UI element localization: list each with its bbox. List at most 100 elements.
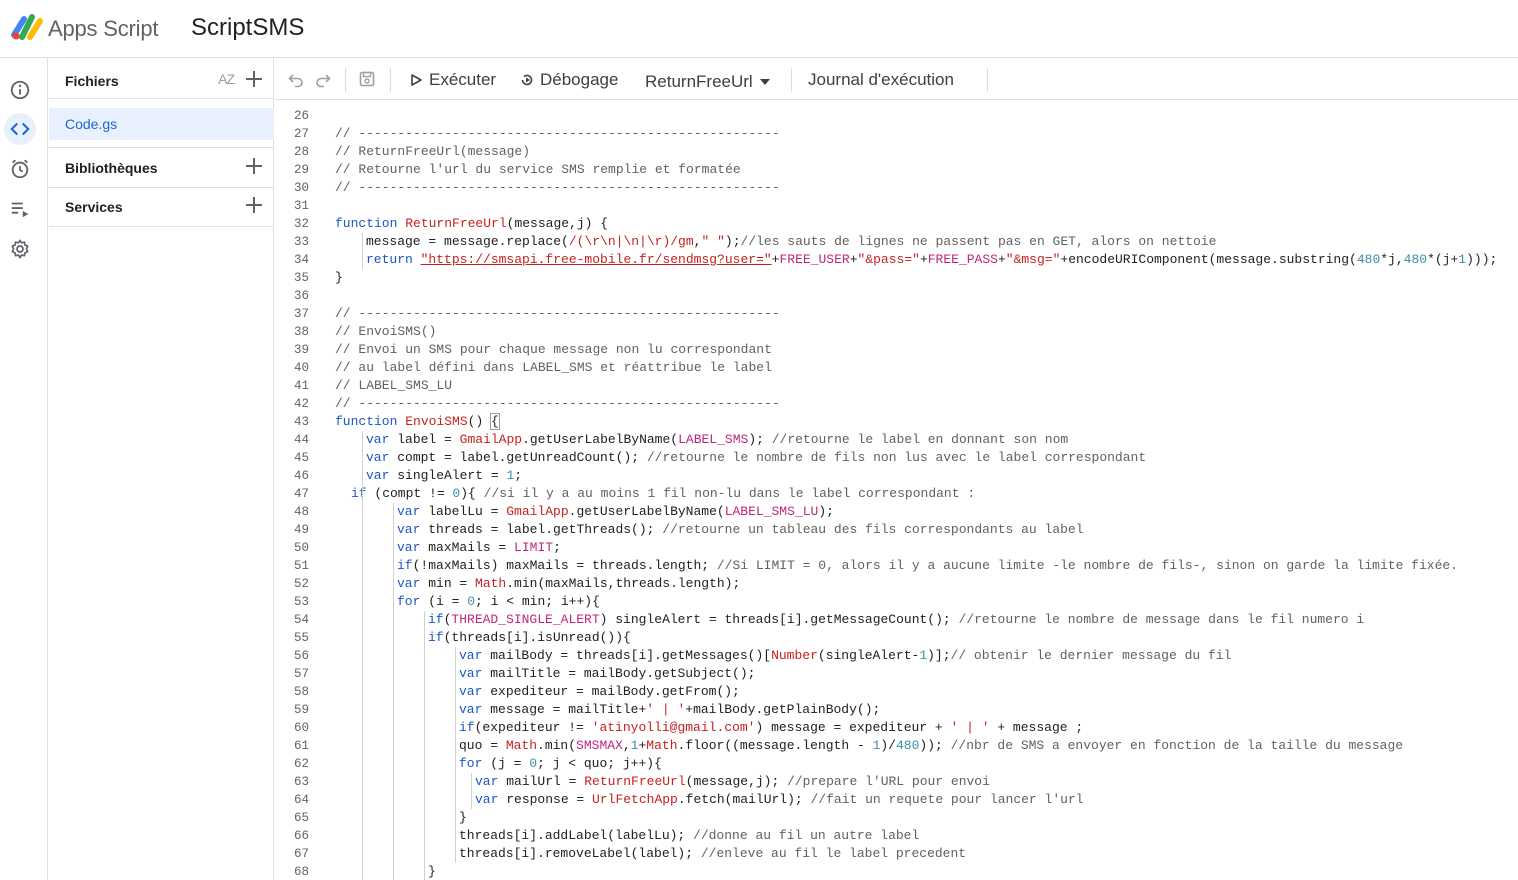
divider: [49, 98, 274, 99]
code-text: var labelLu = GmailApp.getUserLabelByNam…: [397, 504, 834, 519]
overview-button[interactable]: [4, 74, 36, 106]
code-line[interactable]: 37 // -----------------------------------…: [275, 305, 1518, 323]
code-line[interactable]: 66 threads[i].addLabel(labelLu); //donne …: [275, 827, 1518, 845]
code-line[interactable]: 67 threads[i].removeLabel(label); //enlev…: [275, 845, 1518, 863]
code-line[interactable]: 55 if(threads[i].isUnread()){: [275, 629, 1518, 647]
code-line[interactable]: 32 function ReturnFreeUrl(message,j) {: [275, 215, 1518, 233]
line-number: 52: [293, 577, 309, 591]
code-text: if(threads[i].isUnread()){: [428, 630, 631, 645]
files-panel: Fichiers AZ Code.gs Bibliothèques Servic…: [49, 58, 274, 880]
sort-files-button[interactable]: AZ: [218, 71, 235, 87]
code-line[interactable]: 47 if (compt != 0){ //si il y a au moins …: [275, 485, 1518, 503]
code-text: for (i = 0; i < min; i++){: [397, 594, 600, 609]
clock-icon: [11, 159, 29, 179]
code-line[interactable]: 44 var label = GmailApp.getUserLabelByNam…: [275, 431, 1518, 449]
code-line[interactable]: 59 var message = mailTitle+' | '+mailBody…: [275, 701, 1518, 719]
code-text: var mailBody = threads[i].getMessages()[…: [459, 648, 1232, 663]
code-text: // Retourne l'url du service SMS remplie…: [335, 162, 741, 177]
line-number: 61: [293, 739, 309, 753]
code-text: // -------------------------------------…: [335, 306, 780, 321]
execution-log-button[interactable]: Journal d'exécution: [808, 70, 954, 90]
line-number: 35: [293, 271, 309, 285]
code-line[interactable]: 31: [275, 197, 1518, 215]
undo-icon[interactable]: [287, 70, 305, 88]
save-icon[interactable]: [358, 70, 376, 88]
code-line[interactable]: 52 var min = Math.min(maxMails,threads.le…: [275, 575, 1518, 593]
code-text: // Envoi un SMS pour chaque message non …: [335, 342, 772, 357]
code-line[interactable]: 58 var expediteur = mailBody.getFrom();: [275, 683, 1518, 701]
code-line[interactable]: 43 function EnvoiSMS() {: [275, 413, 1518, 431]
file-item-code-gs[interactable]: Code.gs: [49, 108, 274, 140]
gear-icon: [11, 239, 29, 259]
code-line[interactable]: 41 // LABEL_SMS_LU: [275, 377, 1518, 395]
project-name[interactable]: ScriptSMS: [191, 14, 304, 42]
code-text: var mailUrl = ReturnFreeUrl(message,j); …: [475, 774, 990, 789]
code-line[interactable]: 26: [275, 107, 1518, 125]
code-line[interactable]: 39 // Envoi un SMS pour chaque message no…: [275, 341, 1518, 359]
files-label: Fichiers: [65, 73, 119, 89]
code-line[interactable]: 34 return "https://smsapi.free-mobile.fr/…: [275, 251, 1518, 269]
line-number: 68: [293, 865, 309, 879]
line-number: 37: [293, 307, 309, 321]
code-line[interactable]: 27 // -----------------------------------…: [275, 125, 1518, 143]
code-line[interactable]: 36: [275, 287, 1518, 305]
app-name[interactable]: Apps Script: [48, 16, 158, 42]
code-editor[interactable]: 26 27 // ---------------------------------…: [275, 101, 1518, 880]
code-line[interactable]: 49 var threads = label.getThreads(); //re…: [275, 521, 1518, 539]
services-label: Services: [65, 199, 123, 215]
line-number: 28: [293, 145, 309, 159]
code-line[interactable]: 68}: [275, 863, 1518, 880]
code-text: threads[i].addLabel(labelLu); //donne au…: [459, 828, 920, 843]
code-line[interactable]: 42 // -----------------------------------…: [275, 395, 1518, 413]
code-text: // -------------------------------------…: [335, 180, 780, 195]
function-select[interactable]: ReturnFreeUrl: [645, 72, 771, 92]
code-line[interactable]: 64 var response = UrlFetchApp.fetch(mailU…: [275, 791, 1518, 809]
code-line[interactable]: 45 var compt = label.getUnreadCount(); //…: [275, 449, 1518, 467]
code-line[interactable]: 53 for (i = 0; i < min; i++){: [275, 593, 1518, 611]
debug-button[interactable]: Débogage: [520, 70, 618, 90]
redo-icon[interactable]: [314, 70, 332, 88]
code-line[interactable]: 65}: [275, 809, 1518, 827]
code-text: var response = UrlFetchApp.fetch(mailUrl…: [475, 792, 1084, 807]
indent-guide: [471, 773, 472, 809]
code-line[interactable]: 61 quo = Math.min(SMSMAX,1+Math.floor((me…: [275, 737, 1518, 755]
add-library-icon[interactable]: [244, 156, 264, 176]
line-number: 43: [293, 415, 309, 429]
executions-button[interactable]: [4, 193, 36, 225]
code-line[interactable]: 40 // au label défini dans LABEL_SMS et r…: [275, 359, 1518, 377]
code-text: function ReturnFreeUrl(message,j) {: [335, 216, 609, 231]
code-line[interactable]: 62 for (j = 0; j < quo; j++){: [275, 755, 1518, 773]
code-line[interactable]: 54 if(THREAD_SINGLE_ALERT) singleAlert = …: [275, 611, 1518, 629]
code-text: if(!maxMails) maxMails = threads.length;…: [397, 558, 1458, 573]
code-line[interactable]: 57 var mailTitle = mailBody.getSubject();: [275, 665, 1518, 683]
code-line[interactable]: 46 var singleAlert = 1;: [275, 467, 1518, 485]
add-service-icon[interactable]: [244, 195, 264, 215]
debug-label: Débogage: [540, 70, 619, 89]
run-button[interactable]: Exécuter: [409, 70, 496, 90]
line-number: 45: [293, 451, 309, 465]
code-line[interactable]: 51 if(!maxMails) maxMails = threads.lengt…: [275, 557, 1518, 575]
triggers-button[interactable]: [4, 153, 36, 185]
line-number: 60: [293, 721, 309, 735]
code-line[interactable]: 33 message = message.replace(/(\r\n|\n|\r…: [275, 233, 1518, 251]
add-file-icon[interactable]: [244, 69, 264, 89]
code-line[interactable]: 38 // EnvoiSMS(): [275, 323, 1518, 341]
code-text: var threads = label.getThreads(); //reto…: [397, 522, 1084, 537]
code-line[interactable]: 28 // ReturnFreeUrl(message): [275, 143, 1518, 161]
code-line[interactable]: 63 var mailUrl = ReturnFreeUrl(message,j)…: [275, 773, 1518, 791]
code-text: for (j = 0; j < quo; j++){: [459, 756, 662, 771]
code-text: // -------------------------------------…: [335, 396, 780, 411]
code-line[interactable]: 35}: [275, 269, 1518, 287]
apps-script-logo-icon[interactable]: [10, 13, 44, 41]
code-line[interactable]: 30 // -----------------------------------…: [275, 179, 1518, 197]
settings-button[interactable]: [4, 233, 36, 265]
code-line[interactable]: 29 // Retourne l'url du service SMS rempl…: [275, 161, 1518, 179]
code-line[interactable]: 50 var maxMails = LIMIT;: [275, 539, 1518, 557]
code-line[interactable]: 48 var labelLu = GmailApp.getUserLabelByN…: [275, 503, 1518, 521]
line-number: 40: [293, 361, 309, 375]
editor-button[interactable]: [4, 113, 36, 145]
line-number: 41: [293, 379, 309, 393]
line-number: 39: [293, 343, 309, 357]
code-line[interactable]: 60 if(expediteur != 'atinyolli@gmail.com'…: [275, 719, 1518, 737]
code-line[interactable]: 56 var mailBody = threads[i].getMessages(…: [275, 647, 1518, 665]
